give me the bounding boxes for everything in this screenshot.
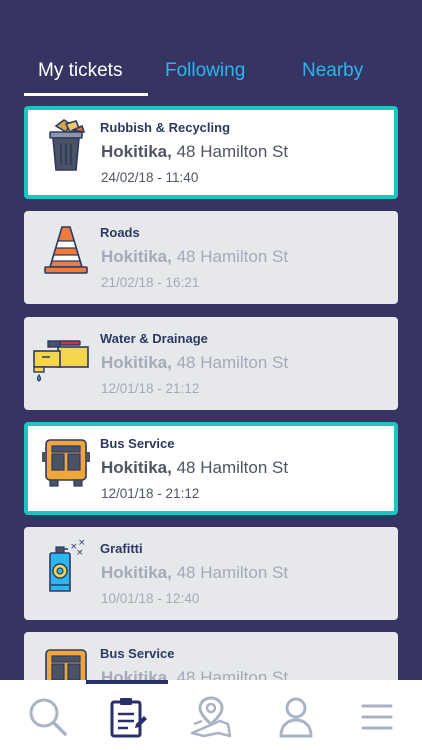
search-icon[interactable]: [25, 694, 71, 740]
rubbish-bin-icon: [42, 118, 90, 174]
ticket-card[interactable]: Rubbish & Recycling Hokitika, 48 Hamilto…: [24, 106, 398, 199]
ticket-street: 48 Hamilton St: [171, 247, 289, 266]
ticket-address: Hokitika, 48 Hamilton St: [101, 353, 288, 373]
ticket-category: Grafitti: [100, 541, 143, 556]
ticket-card[interactable]: Bus Service Hokitika, 48 Hamilton St 12/…: [24, 422, 398, 515]
ticket-category: Bus Service: [100, 436, 175, 451]
ticket-category: Rubbish & Recycling: [100, 120, 231, 135]
ticket-city: Hokitika,: [101, 458, 172, 477]
spray-can-icon: × × ×: [42, 538, 90, 595]
ticket-city: Hokitika,: [101, 563, 172, 582]
ticket-category: Water & Drainage: [100, 331, 208, 346]
ticket-city: Hokitika,: [101, 247, 172, 266]
tab-nearby[interactable]: Nearby: [302, 60, 363, 82]
active-nav-indicator: [86, 680, 168, 684]
active-tab-underline: [24, 93, 148, 96]
map-icon[interactable]: [188, 694, 234, 740]
ticket-card[interactable]: Water & Drainage Hokitika, 48 Hamilton S…: [24, 317, 398, 410]
ticket-street: 48 Hamilton St: [171, 142, 289, 161]
ticket-datetime: 12/01/18 - 21:12: [101, 486, 200, 501]
ticket-address: Hokitika, 48 Hamilton St: [101, 247, 288, 267]
ticket-datetime: 10/01/18 - 12:40: [101, 591, 200, 606]
ticket-city: Hokitika,: [101, 353, 172, 372]
tab-my-tickets[interactable]: My tickets: [38, 60, 122, 82]
ticket-street: 48 Hamilton St: [171, 353, 289, 372]
ticket-address: Hokitika, 48 Hamilton St: [101, 458, 288, 478]
ticket-city: Hokitika,: [101, 142, 172, 161]
tab-following[interactable]: Following: [165, 60, 245, 82]
ticket-datetime: 12/01/18 - 21:12: [101, 381, 200, 396]
ticket-street: 48 Hamilton St: [171, 563, 289, 582]
ticket-tabs: My tickets Following Nearby: [24, 52, 398, 96]
bottom-navigation: [0, 680, 422, 750]
water-pipe-icon: [32, 329, 92, 385]
bus-icon: [42, 434, 90, 490]
svg-text:×: ×: [78, 539, 86, 548]
ticket-card[interactable]: × × × Grafitti Hokitika, 48 Hamilton St …: [24, 527, 398, 620]
ticket-card[interactable]: Roads Hokitika, 48 Hamilton St 21/02/18 …: [24, 211, 398, 304]
ticket-datetime: 24/02/18 - 11:40: [101, 170, 199, 185]
ticket-category: Roads: [100, 225, 140, 240]
ticket-address: Hokitika, 48 Hamilton St: [101, 563, 288, 583]
ticket-street: 48 Hamilton St: [171, 458, 289, 477]
svg-text:×: ×: [76, 548, 84, 558]
ticket-category: Bus Service: [100, 646, 175, 661]
profile-icon[interactable]: [273, 694, 319, 740]
tickets-icon[interactable]: [104, 694, 150, 740]
menu-icon[interactable]: [354, 694, 400, 740]
traffic-cone-icon: [42, 223, 90, 279]
ticket-datetime: 21/02/18 - 16:21: [101, 275, 200, 290]
ticket-address: Hokitika, 48 Hamilton St: [101, 142, 288, 162]
